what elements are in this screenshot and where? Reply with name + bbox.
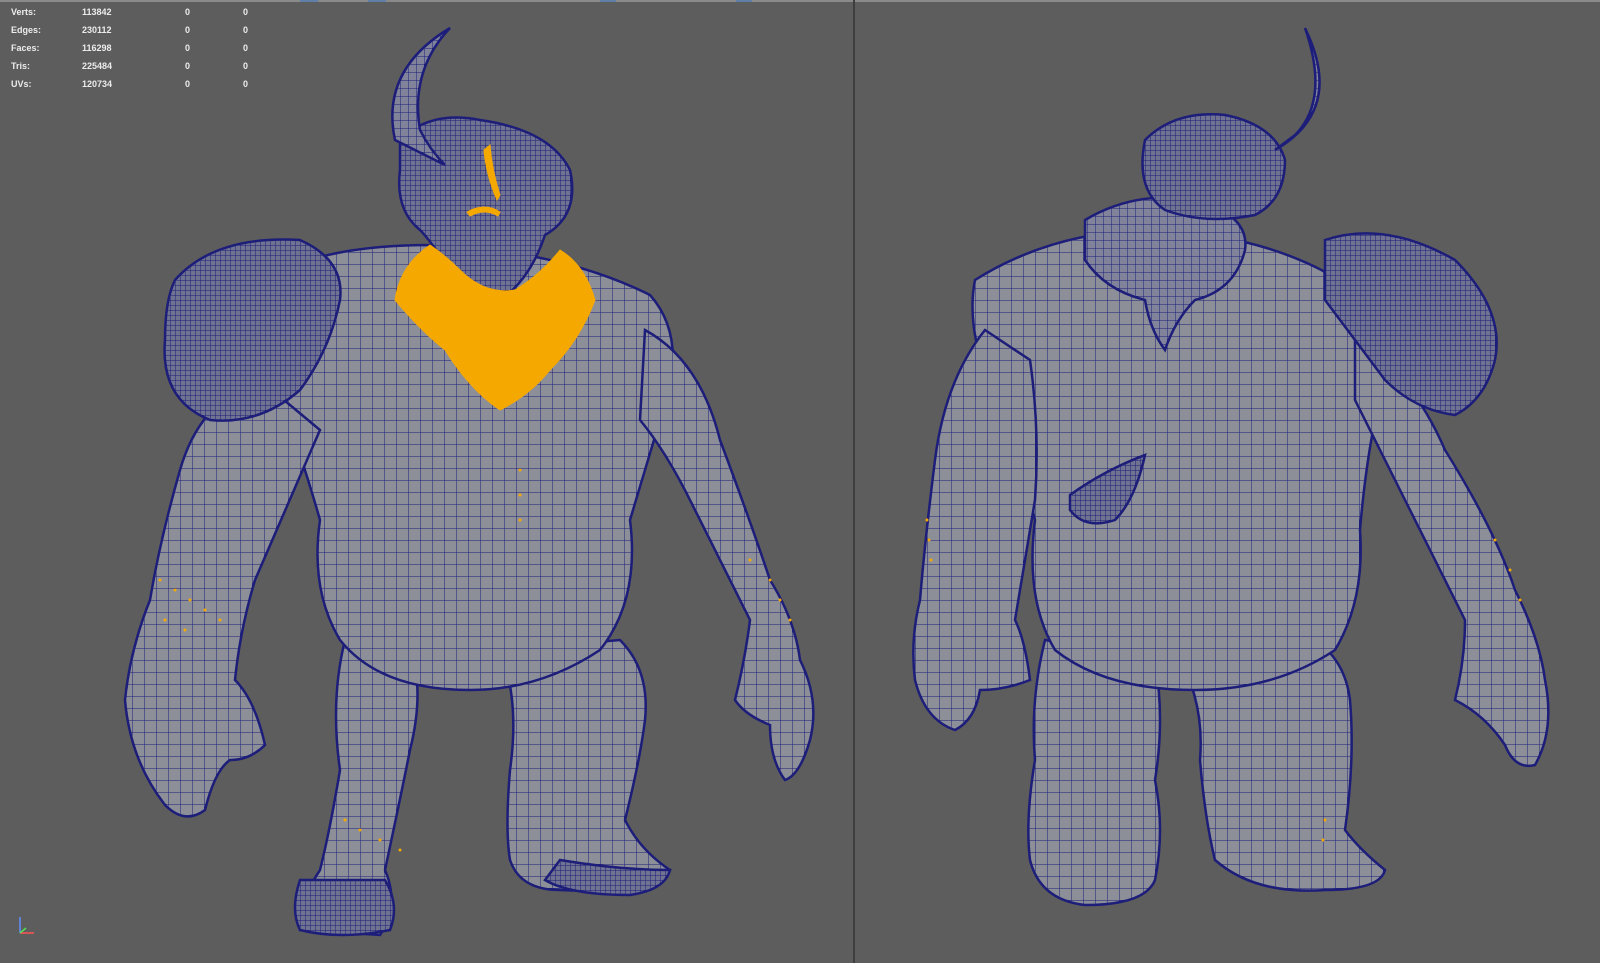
troll-model-front[interactable]: [0, 0, 853, 963]
front-right-arm: [638, 327, 815, 782]
front-left-arm: [123, 378, 322, 818]
back-horn: [1274, 27, 1321, 152]
viewport-front[interactable]: Verts: 113842 0 0 Edges: 230112 0 0 Face…: [0, 0, 853, 963]
back-left-arm: [912, 328, 1038, 732]
front-left-foot: [293, 878, 396, 937]
troll-model-back[interactable]: [855, 0, 1600, 963]
viewport-back[interactable]: [855, 0, 1600, 963]
xyz-axis-gizmo-icon: [12, 913, 38, 939]
back-head: [1141, 113, 1287, 221]
